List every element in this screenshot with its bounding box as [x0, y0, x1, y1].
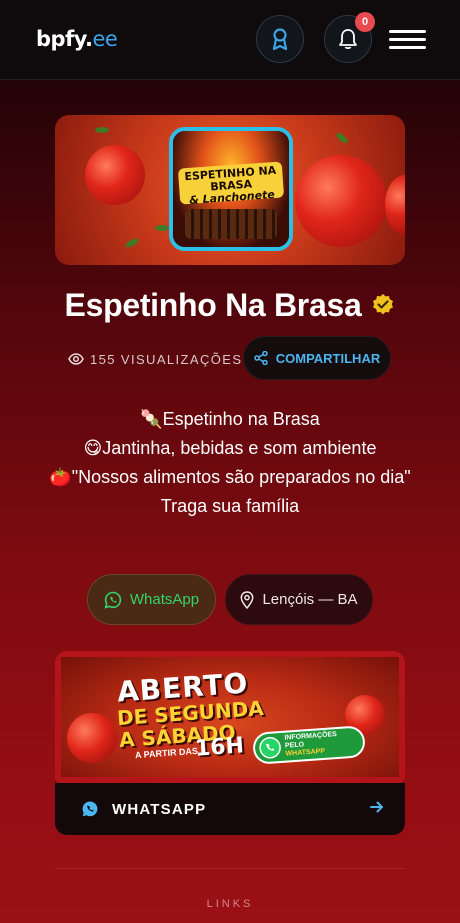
hamburger-menu-icon[interactable]	[389, 30, 426, 50]
bell-icon	[339, 29, 357, 50]
map-pin-icon	[241, 590, 254, 609]
arrow-right-icon	[370, 801, 383, 813]
whatsapp-icon	[82, 801, 98, 817]
whatsapp-pill-button[interactable]: WhatsApp	[87, 574, 216, 625]
share-icon	[254, 351, 268, 365]
card-footer: WHATSAPP	[55, 783, 405, 835]
whatsapp-pill-label: WhatsApp	[129, 591, 200, 608]
bio-line: 🍅"Nossos alimentos são preparados no dia…	[49, 467, 411, 487]
card-link-label: WHATSAPP	[112, 800, 207, 818]
brand-logo[interactable]: bpfy.ee	[36, 27, 118, 51]
tomato-image	[385, 175, 405, 235]
bio-line: 🍡Espetinho na Brasa	[140, 409, 320, 429]
whatsapp-icon	[104, 591, 122, 609]
badge-button[interactable]	[256, 15, 304, 63]
tomato-image	[295, 155, 387, 247]
notification-count-badge: 0	[355, 12, 375, 32]
cover-banner: ESPETINHO NA BRASA & Lanchonete	[55, 115, 405, 265]
ribbon-badge-icon	[272, 28, 288, 51]
location-pill-label: Lençóis — BA	[262, 591, 358, 608]
profile-name: Espetinho Na Brasa	[64, 286, 362, 323]
grill-image	[185, 209, 277, 239]
restaurant-logo-text: ESPETINHO NA BRASA & Lanchonete	[177, 161, 285, 207]
bio-line: 😋Jantinha, bebidas e som ambiente	[83, 438, 377, 458]
top-bar: bpfy.ee 0	[0, 0, 460, 80]
profile-title-row: Espetinho Na Brasa	[0, 283, 460, 327]
logo-tld: ee	[92, 27, 118, 51]
profile-bio: 🍡Espetinho na Brasa 😋Jantinha, bebidas e…	[0, 405, 460, 521]
share-button[interactable]: COMPARTILHAR	[243, 336, 391, 380]
eye-icon	[68, 353, 84, 365]
view-count: 155 VISUALIZAÇÕES	[68, 350, 242, 368]
whatsapp-link-card[interactable]: ABERTO DE SEGUNDA A SÁBADO A PARTIR DAS …	[55, 651, 405, 835]
links-section-label: LINKS	[206, 898, 254, 910]
logo-main-text: bpfy	[36, 27, 85, 51]
verified-check-icon	[373, 294, 394, 315]
section-divider	[55, 868, 405, 869]
opening-hours-banner: ABERTO DE SEGUNDA A SÁBADO A PARTIR DAS …	[55, 651, 405, 783]
bio-line: Traga sua família	[160, 496, 300, 516]
share-button-label: COMPARTILHAR	[275, 350, 381, 366]
view-count-text: 155 VISUALIZAÇÕES	[90, 351, 243, 367]
restaurant-logo: ESPETINHO NA BRASA & Lanchonete	[169, 127, 293, 251]
tomato-image	[85, 145, 145, 205]
location-pill-button[interactable]: Lençóis — BA	[225, 574, 373, 625]
